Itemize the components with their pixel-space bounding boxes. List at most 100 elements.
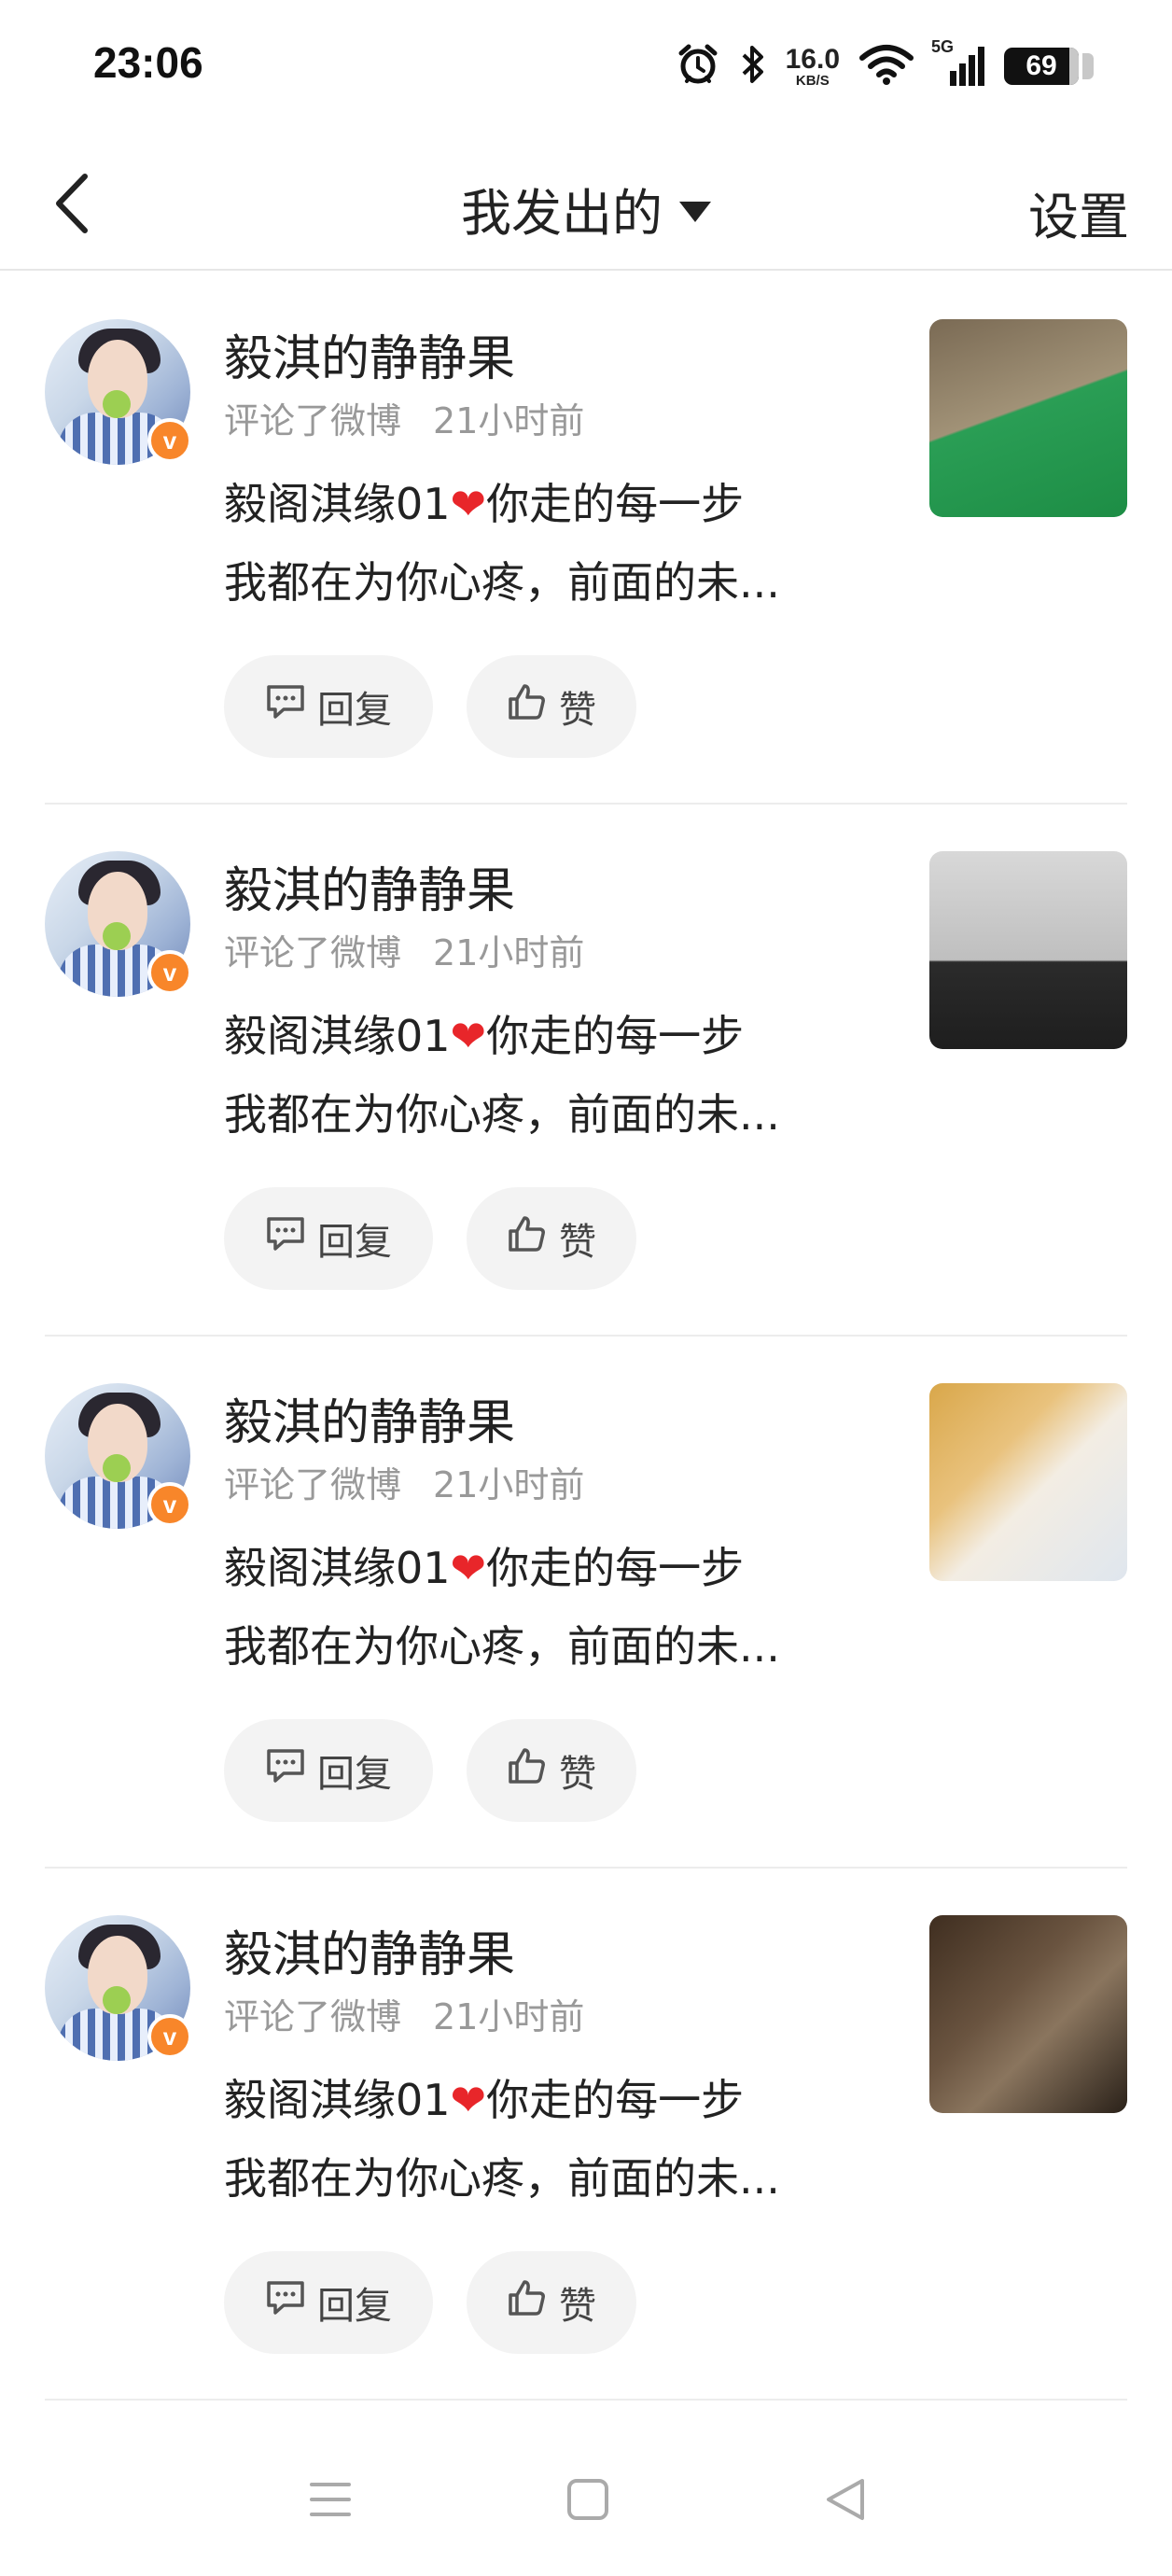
item-actions: 回复 赞 bbox=[224, 655, 636, 758]
bluetooth-icon bbox=[739, 42, 767, 91]
comment-icon bbox=[265, 2279, 306, 2326]
verified-badge: v bbox=[147, 2014, 192, 2059]
post-thumbnail[interactable] bbox=[929, 319, 1127, 517]
wifi-icon bbox=[858, 43, 914, 90]
timestamp: 21小时前 bbox=[433, 932, 585, 973]
system-menu-button[interactable] bbox=[302, 2473, 358, 2529]
post-thumbnail[interactable] bbox=[929, 1915, 1127, 2113]
settings-button[interactable]: 设置 bbox=[1028, 175, 1129, 249]
heart-emoji: ❤ bbox=[450, 1543, 487, 1593]
title-dropdown[interactable]: 我发出的 bbox=[0, 172, 1172, 245]
back-triangle-icon bbox=[823, 2477, 868, 2526]
comment-line1-suffix: 你走的每一步 bbox=[486, 479, 745, 529]
network-speed: 16.0 KB/S bbox=[785, 43, 840, 89]
item-actions: 回复 赞 bbox=[224, 2251, 636, 2354]
like-button[interactable]: 赞 bbox=[467, 2251, 636, 2354]
comment-line1-suffix: 你走的每一步 bbox=[486, 1011, 745, 1061]
timestamp: 21小时前 bbox=[433, 400, 585, 441]
comment-line1-prefix: 毅阁淇缘01 bbox=[224, 2075, 451, 2125]
status-bar: 23:06 16.0 KB/S 5G 69 bbox=[0, 0, 1172, 131]
thumbs-up-icon bbox=[507, 682, 548, 731]
battery-level: 69 bbox=[1026, 50, 1057, 81]
comment-line2: 我都在为你心疼，前面的未... bbox=[224, 557, 780, 608]
feed-item[interactable]: v 毅淇的静静果 评论了微博 21小时前 毅阁淇缘01❤你走的每一步 我都在为你… bbox=[45, 805, 1127, 1337]
network-speed-value: 16.0 bbox=[785, 43, 840, 75]
comment-line2: 我都在为你心疼，前面的未... bbox=[224, 1621, 780, 1672]
item-meta: 评论了微博 21小时前 bbox=[224, 1988, 584, 2039]
post-thumbnail[interactable] bbox=[929, 851, 1127, 1049]
action-text: 评论了微博 bbox=[224, 400, 402, 441]
thumbs-up-icon bbox=[507, 2278, 548, 2327]
battery-icon: 69 bbox=[1004, 48, 1094, 85]
reply-label: 回复 bbox=[317, 2285, 392, 2328]
reply-label: 回复 bbox=[317, 1753, 392, 1796]
thumbs-up-icon bbox=[507, 1214, 548, 1263]
like-label: 赞 bbox=[559, 1221, 596, 1264]
reply-button[interactable]: 回复 bbox=[224, 2251, 433, 2354]
comment-line2: 我都在为你心疼，前面的未... bbox=[224, 1089, 780, 1140]
like-button[interactable]: 赞 bbox=[467, 1187, 636, 1290]
heart-emoji: ❤ bbox=[450, 2075, 487, 2125]
comment-line1-prefix: 毅阁淇缘01 bbox=[224, 1543, 451, 1593]
feed-item[interactable]: v 毅淇的静静果 评论了微博 21小时前 毅阁淇缘01❤你走的每一步 我都在为你… bbox=[45, 1869, 1127, 2401]
item-actions: 回复 赞 bbox=[224, 1187, 636, 1290]
heart-emoji: ❤ bbox=[450, 1011, 487, 1061]
caret-down-icon bbox=[679, 201, 711, 222]
feed-item[interactable]: v 毅淇的静静果 评论了微博 21小时前 毅阁淇缘01❤你走的每一步 我都在为你… bbox=[45, 273, 1127, 805]
comment-icon bbox=[265, 683, 306, 730]
item-meta: 评论了微博 21小时前 bbox=[224, 392, 584, 443]
comment-text[interactable]: 毅阁淇缘01❤你走的每一步 我都在为你心疼，前面的未... bbox=[224, 2061, 858, 2218]
item-meta: 评论了微博 21小时前 bbox=[224, 1456, 584, 1507]
heart-emoji: ❤ bbox=[450, 479, 487, 529]
reply-label: 回复 bbox=[317, 689, 392, 732]
navigation-bar: 我发出的 设置 bbox=[0, 140, 1172, 271]
item-meta: 评论了微博 21小时前 bbox=[224, 924, 584, 975]
comment-line1-prefix: 毅阁淇缘01 bbox=[224, 1011, 451, 1061]
comment-icon bbox=[265, 1747, 306, 1794]
post-thumbnail[interactable] bbox=[929, 1383, 1127, 1581]
network-type: 5G bbox=[931, 37, 955, 56]
comment-line1-prefix: 毅阁淇缘01 bbox=[224, 479, 451, 529]
reply-button[interactable]: 回复 bbox=[224, 1719, 433, 1822]
thumbs-up-icon bbox=[507, 1746, 548, 1795]
comment-text[interactable]: 毅阁淇缘01❤你走的每一步 我都在为你心疼，前面的未... bbox=[224, 465, 858, 622]
comment-text[interactable]: 毅阁淇缘01❤你走的每一步 我都在为你心疼，前面的未... bbox=[224, 997, 858, 1154]
item-actions: 回复 赞 bbox=[224, 1719, 636, 1822]
like-button[interactable]: 赞 bbox=[467, 1719, 636, 1822]
comment-text[interactable]: 毅阁淇缘01❤你走的每一步 我都在为你心疼，前面的未... bbox=[224, 1529, 858, 1686]
comment-line1-suffix: 你走的每一步 bbox=[486, 2075, 745, 2125]
username[interactable]: 毅淇的静静果 bbox=[224, 851, 515, 921]
verified-badge: v bbox=[147, 950, 192, 995]
system-home-button[interactable] bbox=[560, 2473, 616, 2529]
status-time: 23:06 bbox=[93, 38, 203, 87]
username[interactable]: 毅淇的静静果 bbox=[224, 1915, 515, 1985]
reply-button[interactable]: 回复 bbox=[224, 655, 433, 758]
signal-icon: 5G bbox=[931, 37, 985, 88]
username[interactable]: 毅淇的静静果 bbox=[224, 319, 515, 389]
comment-icon bbox=[265, 1215, 306, 1262]
like-label: 赞 bbox=[559, 2285, 596, 2328]
like-button[interactable]: 赞 bbox=[467, 655, 636, 758]
home-icon bbox=[565, 2477, 610, 2526]
system-navigation-bar bbox=[0, 2427, 1172, 2576]
system-back-button[interactable] bbox=[817, 2473, 873, 2529]
verified-badge: v bbox=[147, 1482, 192, 1527]
username[interactable]: 毅淇的静静果 bbox=[224, 1383, 515, 1453]
network-speed-unit: KB/S bbox=[795, 72, 830, 89]
reply-button[interactable]: 回复 bbox=[224, 1187, 433, 1290]
page-title: 我发出的 bbox=[461, 184, 663, 243]
action-text: 评论了微博 bbox=[224, 1464, 402, 1505]
like-label: 赞 bbox=[559, 1753, 596, 1796]
timestamp: 21小时前 bbox=[433, 1464, 585, 1505]
comment-feed: v 毅淇的静静果 评论了微博 21小时前 毅阁淇缘01❤你走的每一步 我都在为你… bbox=[0, 273, 1172, 2401]
reply-label: 回复 bbox=[317, 1221, 392, 1264]
status-icons: 16.0 KB/S 5G 69 bbox=[676, 34, 1094, 99]
comment-line1-suffix: 你走的每一步 bbox=[486, 1543, 745, 1593]
alarm-icon bbox=[676, 42, 720, 91]
feed-item[interactable]: v 毅淇的静静果 评论了微博 21小时前 毅阁淇缘01❤你走的每一步 我都在为你… bbox=[45, 1337, 1127, 1869]
action-text: 评论了微博 bbox=[224, 932, 402, 973]
like-label: 赞 bbox=[559, 689, 596, 732]
action-text: 评论了微博 bbox=[224, 1996, 402, 2037]
comment-line2: 我都在为你心疼，前面的未... bbox=[224, 2153, 780, 2204]
timestamp: 21小时前 bbox=[433, 1996, 585, 2037]
